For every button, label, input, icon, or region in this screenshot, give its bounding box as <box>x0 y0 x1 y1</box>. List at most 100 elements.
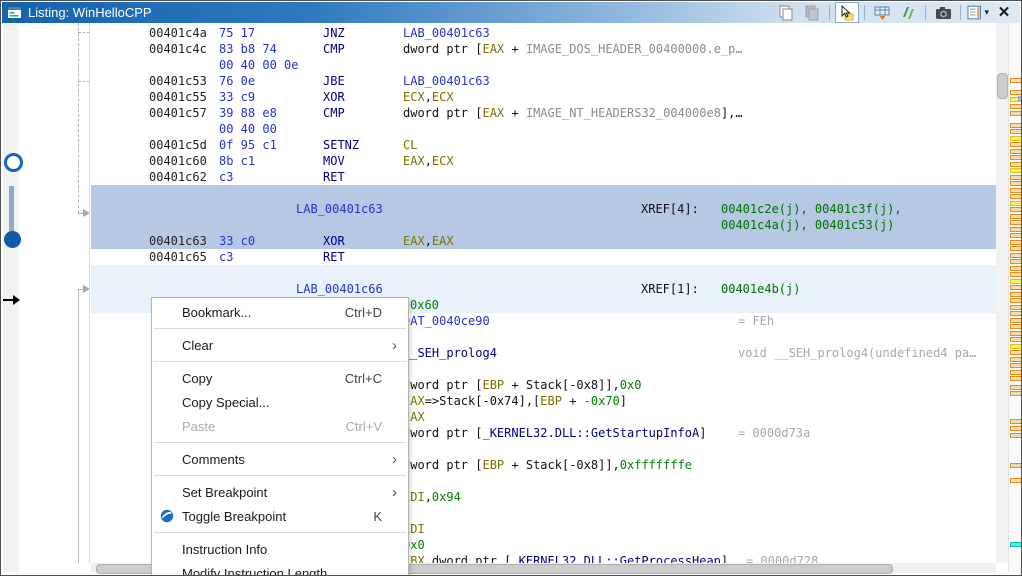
listing-row[interactable]: 00401c6333 c0XOREAX,EAX <box>1 233 1001 249</box>
submenu-chevron-icon: › <box>392 338 402 353</box>
yellow-overview-marker[interactable] <box>1010 168 1022 173</box>
orange-overview-marker[interactable] <box>1010 220 1022 225</box>
listing-row[interactable]: LAB_00401c63XREF[4]:00401c2e(j), 00401c3… <box>1 201 1001 217</box>
cursor-tracking-button[interactable] <box>835 2 859 23</box>
orange-overview-marker[interactable] <box>1010 181 1022 186</box>
orange-overview-marker[interactable] <box>1010 253 1022 258</box>
orange-overview-marker[interactable] <box>1010 155 1022 160</box>
orange-overview-marker[interactable] <box>1010 305 1022 310</box>
orange-overview-marker[interactable] <box>1010 175 1022 180</box>
paste-button[interactable] <box>800 2 824 23</box>
cursor-icon <box>839 5 855 21</box>
orange-overview-marker[interactable] <box>1010 227 1022 232</box>
menu-item-paste[interactable]: PasteCtrl+V <box>152 414 408 438</box>
listing-options-button[interactable]: ▾ <box>966 2 990 23</box>
orange-overview-marker[interactable] <box>1010 350 1022 355</box>
orange-overview-marker[interactable] <box>1010 162 1022 167</box>
menu-item-set-breakpoint[interactable]: Set Breakpoint› <box>152 480 408 504</box>
listing-row[interactable]: 00401c5533 c9XORECX,ECX <box>1 89 1001 105</box>
copy-button[interactable] <box>774 2 798 23</box>
camera-icon <box>935 5 952 21</box>
listing-row[interactable]: 00 40 00 0e <box>1 57 1001 73</box>
orange-overview-marker[interactable] <box>1010 214 1022 219</box>
listing-row[interactable]: 00401c5376 0eJBELAB_00401c63 <box>1 73 1001 89</box>
orange-overview-marker[interactable] <box>1010 188 1022 193</box>
green-bars-icon <box>900 5 917 21</box>
listing-row[interactable]: LAB_00401c66XREF[1]:00401e4b(j) <box>1 281 1001 297</box>
orange-overview-marker[interactable] <box>1010 391 1022 396</box>
operands: EDI,0x94 <box>403 489 461 505</box>
orange-overview-marker[interactable] <box>1010 324 1022 329</box>
yellow-overview-marker[interactable] <box>1010 201 1022 206</box>
vertical-scrollbar[interactable] <box>996 23 1008 563</box>
listing-row[interactable]: 00401c608b c1MOVEAX,ECX <box>1 153 1001 169</box>
yellow-overview-marker[interactable] <box>1010 279 1022 284</box>
listing-row[interactable]: 00401c4a(j), 00401c53(j) <box>1 217 1001 233</box>
orange-overview-marker[interactable] <box>1010 292 1022 297</box>
orange-overview-marker[interactable] <box>1010 357 1022 362</box>
menu-item-toggle-breakpoint[interactable]: Toggle BreakpointK <box>152 504 408 528</box>
toolbar-separator <box>960 5 961 20</box>
vertical-scrollbar-thumb[interactable] <box>997 73 1008 99</box>
orange-overview-marker[interactable] <box>1010 463 1022 468</box>
close-button[interactable]: ✕ <box>992 2 1016 23</box>
menu-item-copy[interactable]: CopyCtrl+C <box>152 366 408 390</box>
orange-overview-marker[interactable] <box>1010 259 1022 264</box>
orange-overview-marker[interactable] <box>1010 331 1022 336</box>
orange-overview-marker[interactable] <box>1010 123 1022 128</box>
orange-overview-marker[interactable] <box>1010 90 1022 95</box>
orange-overview-marker[interactable] <box>1010 104 1022 109</box>
dropdown-caret-icon[interactable]: ▾ <box>984 7 989 18</box>
yellow-overview-marker[interactable] <box>1010 136 1022 141</box>
orange-overview-marker[interactable] <box>1010 363 1022 368</box>
orange-overview-marker[interactable] <box>1010 385 1022 390</box>
orange-overview-marker[interactable] <box>1010 298 1022 303</box>
menu-item-modify-instruction-length[interactable]: Modify Instruction Length... <box>152 561 408 576</box>
orange-overview-marker[interactable] <box>1010 240 1022 245</box>
orange-overview-marker[interactable] <box>1010 370 1022 375</box>
listing-row[interactable]: 00401c4c83 b8 74CMPdword ptr [EAX + IMAG… <box>1 41 1001 57</box>
orange-overview-marker[interactable] <box>1010 311 1022 316</box>
import-snapshot-button[interactable] <box>870 2 894 23</box>
menu-item-bookmark[interactable]: Bookmark...Ctrl+D <box>152 300 408 324</box>
snapshot-camera-button[interactable] <box>931 2 955 23</box>
blue-overview-marker[interactable] <box>1018 96 1022 101</box>
orange-overview-marker[interactable] <box>1010 318 1022 323</box>
orange-overview-marker[interactable] <box>1010 78 1022 83</box>
menu-item-copy-special[interactable]: Copy Special... <box>152 390 408 414</box>
orange-overview-marker[interactable] <box>1010 337 1022 342</box>
orange-overview-marker[interactable] <box>1010 233 1022 238</box>
orange-overview-marker[interactable] <box>1010 207 1022 212</box>
cyan-overview-marker[interactable] <box>1010 542 1022 547</box>
listing-row[interactable]: 00401c65c3RET <box>1 249 1001 265</box>
orange-overview-marker[interactable] <box>1010 272 1022 277</box>
orange-overview-marker[interactable] <box>1010 266 1022 271</box>
yellow-overview-marker[interactable] <box>1010 344 1022 349</box>
orange-overview-marker[interactable] <box>1010 426 1022 431</box>
orange-overview-marker[interactable] <box>1010 111 1022 116</box>
listing-row[interactable]: 00401c5739 88 e8CMPdword ptr [EAX + IMAG… <box>1 105 1001 121</box>
address: 00401c4c <box>149 41 207 57</box>
menu-item-clear[interactable]: Clear› <box>152 333 408 357</box>
sync-markers-button[interactable] <box>896 2 920 23</box>
bytes: 39 88 e8 <box>219 105 277 121</box>
orange-overview-marker[interactable] <box>1010 376 1022 381</box>
menu-item-instruction-info[interactable]: Instruction Info <box>152 537 408 561</box>
orange-overview-marker[interactable] <box>1010 246 1022 251</box>
listing-row[interactable]: 00401c5d0f 95 c1SETNZCL <box>1 137 1001 153</box>
overview-marker-lane[interactable] <box>1008 23 1022 572</box>
mnemonic: RET <box>323 249 345 265</box>
titlebar[interactable]: Listing: WinHelloCPP ▾✕ <box>2 2 1020 23</box>
listing-row[interactable]: 00401c4a75 17JNZLAB_00401c63 <box>1 25 1001 41</box>
orange-overview-marker[interactable] <box>1010 478 1022 483</box>
orange-overview-marker[interactable] <box>1010 129 1022 134</box>
orange-overview-marker[interactable] <box>1010 285 1022 290</box>
orange-overview-marker[interactable] <box>1010 149 1022 154</box>
orange-overview-marker[interactable] <box>1010 419 1022 424</box>
orange-overview-marker[interactable] <box>1010 194 1022 199</box>
listing-row[interactable]: 00401c62c3RET <box>1 169 1001 185</box>
orange-overview-marker[interactable] <box>1010 142 1022 147</box>
menu-item-comments[interactable]: Comments› <box>152 447 408 471</box>
listing-row[interactable]: 00 40 00 <box>1 121 1001 137</box>
orange-overview-marker[interactable] <box>1010 433 1022 438</box>
